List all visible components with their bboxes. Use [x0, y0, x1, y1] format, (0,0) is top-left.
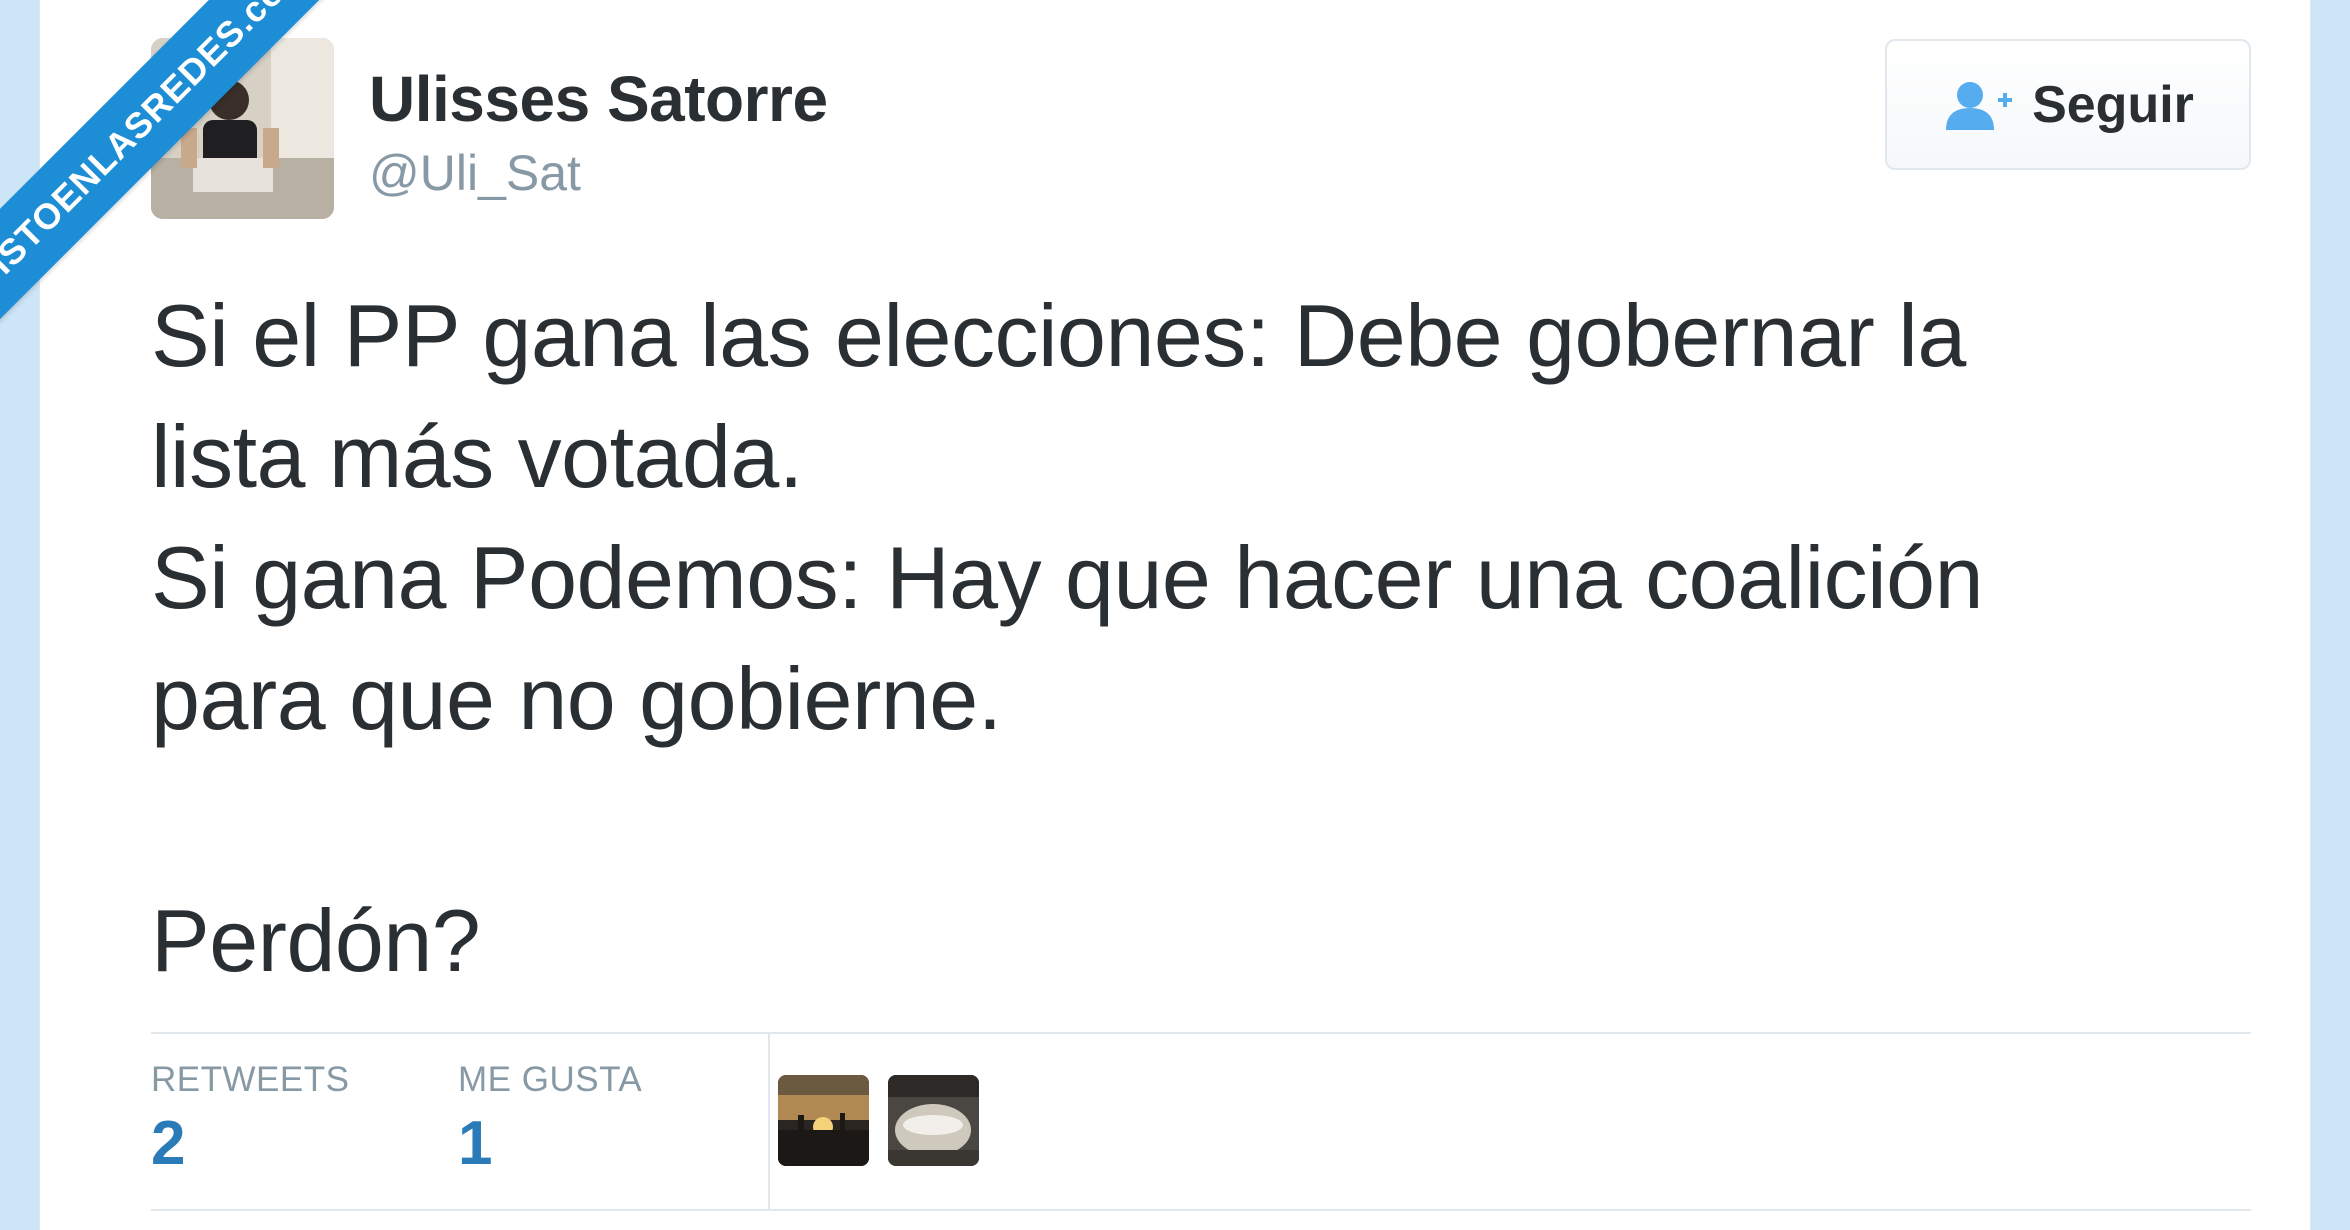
tweet-text: Si el PP gana las elecciones: Debe gober… [151, 275, 2261, 1001]
tweet-line: para que no gobierne. [151, 649, 1002, 748]
liker-avatar[interactable] [888, 1075, 979, 1166]
user-handle[interactable]: @Uli_Sat [369, 144, 581, 202]
tweet-line: Si el PP gana las elecciones: Debe gober… [151, 286, 1966, 385]
retweets-count: 2 [151, 1109, 186, 1178]
retweets-stat[interactable]: RETWEETS 2 [151, 1060, 349, 1178]
follow-button[interactable]: Seguir [1885, 39, 2251, 170]
stats-divider-bottom [151, 1209, 2251, 1211]
tweet-line: lista más votada. [151, 407, 803, 506]
tweet-line: Perdón? [151, 891, 481, 990]
stats-divider [151, 1032, 2251, 1034]
sunset-photo-icon [778, 1075, 869, 1166]
portrait-photo-icon [888, 1075, 979, 1166]
likes-stat[interactable]: ME GUSTA 1 [458, 1060, 642, 1178]
tweet-card: Ulisses Satorre @Uli_Sat Seguir Si el PP… [39, 0, 2311, 1230]
follow-button-label: Seguir [2032, 75, 2194, 134]
watermark-text: VISTOENLASREDES.com [0, 0, 330, 330]
tweet-line: Si gana Podemos: Hay que hacer una coali… [151, 528, 1984, 627]
likes-count: 1 [458, 1109, 493, 1178]
display-name[interactable]: Ulisses Satorre [369, 62, 828, 136]
site-watermark: VISTOENLASREDES.com [0, 0, 330, 330]
retweets-label: RETWEETS [151, 1060, 350, 1099]
likes-label: ME GUSTA [458, 1060, 643, 1099]
add-user-icon [1946, 81, 2013, 130]
stats-vertical-divider [768, 1034, 770, 1209]
retweeter-avatar[interactable] [778, 1075, 869, 1166]
